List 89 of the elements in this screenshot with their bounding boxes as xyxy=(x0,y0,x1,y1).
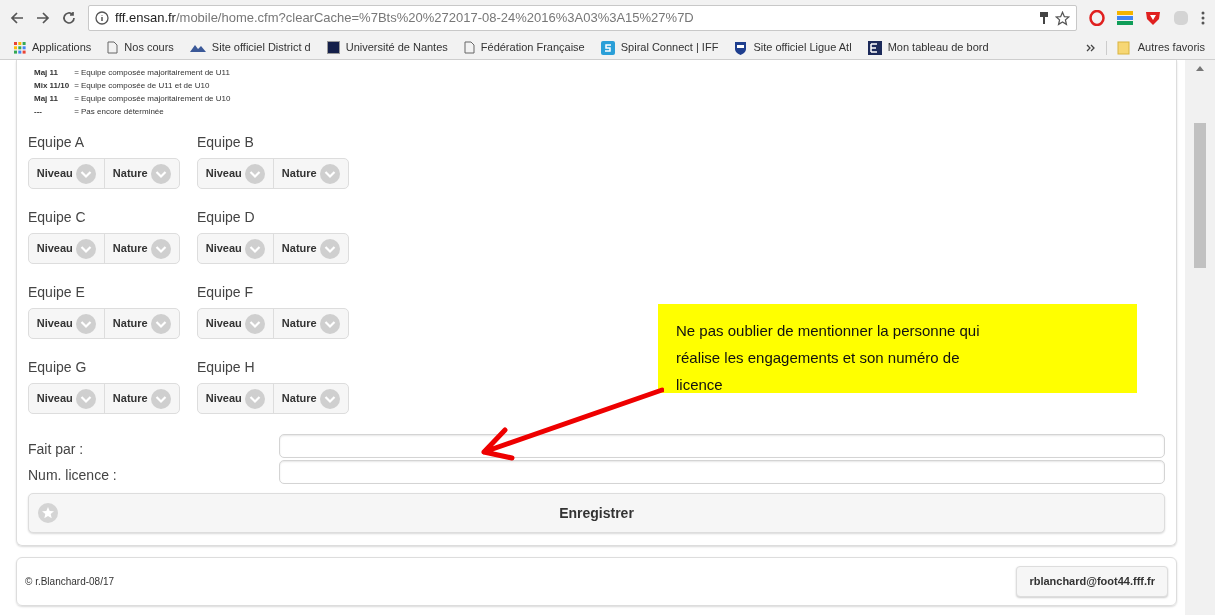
legend-code: Maj 11 xyxy=(34,67,59,79)
chevron-down-icon xyxy=(319,238,340,259)
legend-code: Mix 11/10 xyxy=(34,80,70,92)
colored-bars-icon[interactable] xyxy=(1117,11,1133,25)
legend-text: = Pas encore déterminée xyxy=(74,106,165,118)
team-label: Equipe C xyxy=(28,208,87,227)
square-logo-icon xyxy=(326,41,340,54)
legend-text: = Equipe composée majoritairement de U11 xyxy=(74,67,231,79)
select-button[interactable]: Niveau xyxy=(29,384,104,413)
menu-dots-icon[interactable] xyxy=(1201,11,1205,25)
key-icon[interactable] xyxy=(1039,11,1049,25)
team-label: Equipe G xyxy=(28,358,88,377)
shield-extension-icon[interactable] xyxy=(1145,10,1161,26)
apps-grid-icon xyxy=(14,41,26,54)
legend-code: --- xyxy=(34,106,43,118)
address-bar[interactable]: fff.ensan.fr/mobile/home.cfm?clearCache=%7Bts%20%272017-08-24%2016%3A03%3A15%27%7D xyxy=(88,5,1077,31)
team-label: Equipe H xyxy=(197,358,256,377)
team-label: Equipe E xyxy=(28,283,86,302)
team-label: Equipe A xyxy=(28,133,86,152)
scroll-thumb[interactable] xyxy=(1194,123,1206,268)
select-button[interactable]: Nature xyxy=(103,384,179,413)
chevron-down-icon xyxy=(75,388,96,409)
double-chevron-icon[interactable] xyxy=(1085,43,1096,52)
bookmark-link[interactable]: Site officiel District d xyxy=(211,39,311,56)
bookmark-link[interactable]: Mon tableau de bord xyxy=(887,39,989,56)
save-button[interactable]: Enregistrer xyxy=(28,493,1165,533)
chevron-down-icon xyxy=(244,163,265,184)
legend-code: Maj 11 xyxy=(34,93,59,105)
chevron-down-icon xyxy=(244,388,265,409)
chevron-down-icon xyxy=(150,238,171,259)
legend-text: = Equipe composée majoritairement de U10 xyxy=(74,93,232,105)
scroll-up-icon[interactable] xyxy=(1196,66,1204,71)
bookmark-link[interactable]: Nos cours xyxy=(124,39,174,56)
chevron-down-icon xyxy=(319,313,340,334)
scrollbar[interactable] xyxy=(1185,60,1215,615)
callout-note: Ne pas oublier de mentionner la personne qui réalise les engagements et son numéro de licence xyxy=(658,304,1137,393)
legend-text: = Equipe composée de U11 et de U10 xyxy=(74,80,211,92)
spiral-logo-icon xyxy=(600,40,615,55)
input-field[interactable] xyxy=(279,434,1165,458)
select-button[interactable]: Niveau xyxy=(29,309,104,338)
select-button[interactable]: Nature xyxy=(272,309,348,338)
select-button[interactable]: Niveau xyxy=(198,309,273,338)
input-field[interactable] xyxy=(279,460,1165,484)
select-button[interactable]: Nature xyxy=(272,234,348,263)
chevron-down-icon xyxy=(150,388,171,409)
star-icon[interactable] xyxy=(1055,10,1070,26)
chevron-down-icon xyxy=(75,163,96,184)
team-label: Equipe D xyxy=(197,208,256,227)
team-label: Equipe B xyxy=(197,133,255,152)
chevron-down-icon xyxy=(150,163,171,184)
team-label: Equipe F xyxy=(197,283,255,302)
select-button[interactable]: Nature xyxy=(272,159,348,188)
select-button[interactable]: Nature xyxy=(103,159,179,188)
url-text: fff.ensan.fr/mobile/home.cfm?clearCache=%7Bts%20%272017-08-24%2016%3A03%3A15%27%7D xyxy=(115,9,695,28)
opera-logo-icon[interactable] xyxy=(1089,10,1105,26)
field-label: Num. licence : xyxy=(28,466,118,484)
bookmark-link[interactable]: Site officiel Ligue Atl xyxy=(753,39,852,56)
chevron-down-icon xyxy=(150,313,171,334)
select-button[interactable]: Nature xyxy=(103,234,179,263)
folder-icon xyxy=(1116,40,1130,55)
reload-icon[interactable] xyxy=(62,11,76,25)
select-button[interactable]: Niveau xyxy=(198,159,273,188)
chevron-down-icon xyxy=(319,388,340,409)
field-label: Fait par : xyxy=(28,440,85,458)
bookmark-link[interactable]: Applications xyxy=(32,39,92,56)
info-icon xyxy=(95,11,109,25)
chevron-down-icon xyxy=(75,313,96,334)
back-arrow-icon[interactable] xyxy=(10,11,24,25)
page-icon xyxy=(107,41,119,54)
select-button[interactable]: Niveau xyxy=(198,234,273,263)
page-icon xyxy=(463,41,475,54)
select-button[interactable]: Nature xyxy=(103,309,179,338)
chevron-down-icon xyxy=(244,238,265,259)
chevron-down-icon xyxy=(319,163,340,184)
forward-arrow-icon[interactable] xyxy=(36,11,50,25)
shield-logo-icon xyxy=(734,40,748,55)
select-button[interactable]: Niveau xyxy=(29,234,104,263)
board-logo-icon xyxy=(867,40,882,55)
bookmark-link[interactable]: Fédération Française xyxy=(480,39,585,56)
select-button[interactable]: Niveau xyxy=(198,384,273,413)
chevron-down-icon xyxy=(75,238,96,259)
email-button[interactable]: rblanchard@foot44.fff.fr xyxy=(1016,566,1168,597)
select-button[interactable]: Nature xyxy=(272,384,348,413)
bookmark-link[interactable]: Spiral Connect | IFF xyxy=(620,39,719,56)
bookmark-link[interactable]: Autres favoris xyxy=(1137,39,1205,56)
copyright-text: © r.Blanchard-08/17 xyxy=(25,575,115,589)
bookmark-link[interactable]: Université de Nantes xyxy=(345,39,448,56)
select-button[interactable]: Niveau xyxy=(29,159,104,188)
chevron-down-icon xyxy=(244,313,265,334)
